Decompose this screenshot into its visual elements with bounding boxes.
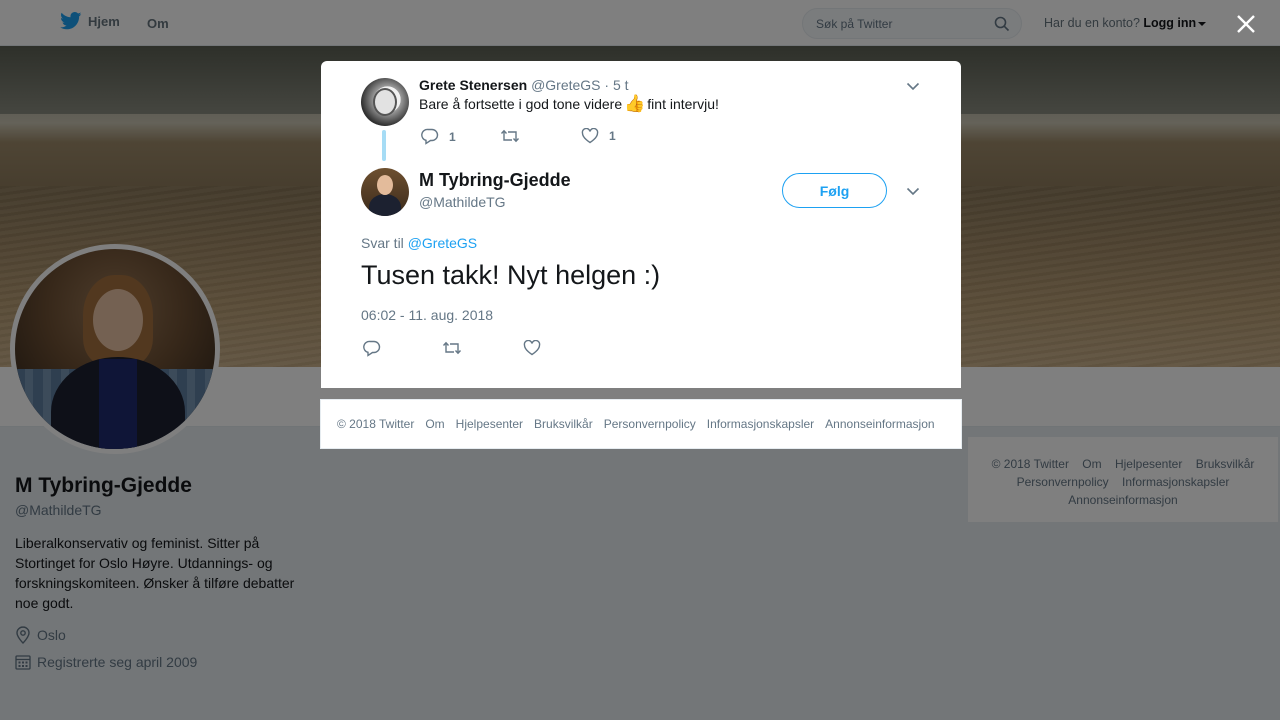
thumbs-up-emoji: 👍: [624, 94, 646, 113]
tweet-timestamp[interactable]: 06:02 - 11. aug. 2018: [361, 307, 493, 323]
modal-footer-link-about[interactable]: Om: [425, 417, 444, 431]
modal-footer-link-cookies[interactable]: Informasjonskapsler: [707, 417, 814, 431]
reply-icon: [421, 128, 439, 145]
tweet-permalink-modal: Grete Stenersen @GreteGS · 5 t Bare å fo…: [321, 61, 961, 388]
parent-author-handle[interactable]: @GreteGS: [531, 77, 600, 93]
author-handle[interactable]: @MathildeTG: [419, 194, 506, 210]
author-name[interactable]: M Tybring-Gjedde: [419, 170, 571, 191]
tweet-text: Tusen takk! Nyt helgen :): [361, 260, 661, 290]
modal-footer-link-privacy[interactable]: Personvernpolicy: [604, 417, 696, 431]
parent-tweet-text-start: Bare å fortsette i god tone videre: [419, 96, 623, 112]
parent-tweet-time[interactable]: · 5 t: [604, 77, 628, 93]
modal-footer: © 2018 Twitter Om Hjelpesenter Bruksvilk…: [320, 399, 962, 449]
retweet-icon: [442, 340, 462, 356]
thread-connector-line: [382, 130, 386, 161]
modal-footer-link-help[interactable]: Hjelpesenter: [456, 417, 523, 431]
follow-button[interactable]: Følg: [782, 173, 887, 208]
parent-tweet-header: Grete Stenersen @GreteGS · 5 t: [419, 77, 629, 93]
reply-action[interactable]: [363, 340, 381, 357]
page: Hjem Om Har du en konto? Logg inn M Tybr…: [0, 0, 1280, 720]
modal-footer-link-ads[interactable]: Annonseinformasjon: [825, 417, 934, 431]
parent-author-avatar[interactable]: [361, 78, 409, 126]
parent-like-action[interactable]: 1: [581, 128, 616, 144]
parent-author-name[interactable]: Grete Stenersen: [419, 77, 527, 93]
heart-icon: [581, 128, 599, 144]
retweet-icon: [500, 128, 520, 144]
parent-retweet-action[interactable]: [500, 128, 520, 144]
parent-tweet-text: Bare å fortsette i god tone videre 👍 fin…: [419, 95, 719, 113]
reply-prefix: Svar til: [361, 235, 404, 251]
retweet-action[interactable]: [442, 340, 462, 356]
parent-tweet-text-end: fint intervju!: [647, 96, 719, 112]
reply-count: 1: [449, 129, 456, 144]
reply-context: Svar til @GreteGS: [361, 235, 477, 251]
chevron-down-icon[interactable]: [905, 183, 921, 199]
like-action[interactable]: [523, 340, 541, 356]
parent-chevron-down-icon[interactable]: [905, 78, 921, 94]
like-count: 1: [609, 129, 616, 143]
modal-footer-link-terms[interactable]: Bruksvilkår: [534, 417, 593, 431]
reply-to-link[interactable]: @GreteGS: [408, 235, 477, 251]
modal-footer-copyright: © 2018 Twitter: [337, 417, 415, 431]
close-icon[interactable]: [1236, 14, 1256, 34]
parent-reply-action[interactable]: 1: [421, 128, 456, 145]
heart-icon: [523, 340, 541, 356]
reply-icon: [363, 340, 381, 357]
author-avatar[interactable]: [361, 168, 409, 216]
